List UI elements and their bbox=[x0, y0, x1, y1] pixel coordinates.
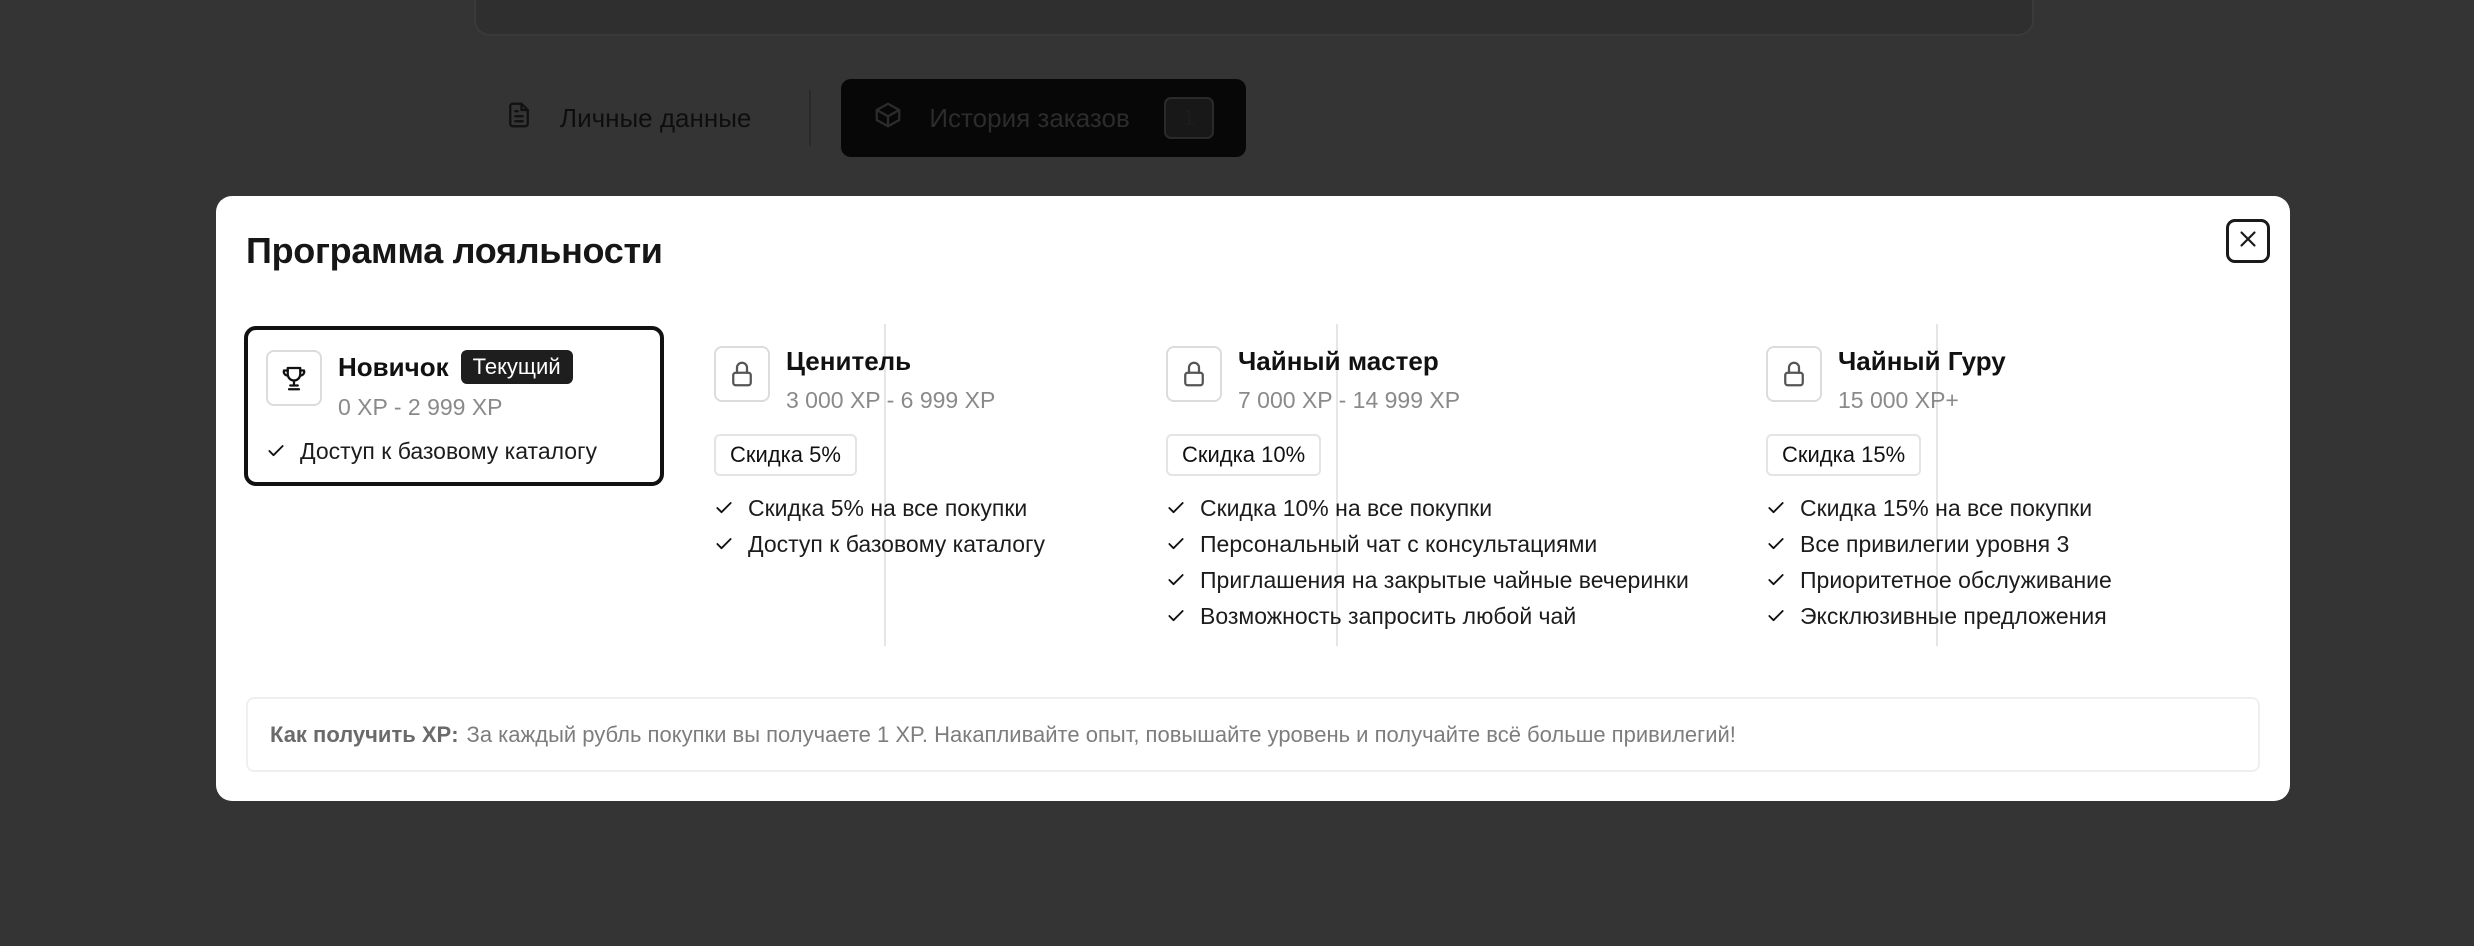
list-item: Эксклюзивные предложения bbox=[1766, 598, 2246, 634]
tier-xp-range: 7 000 XP - 14 999 XP bbox=[1238, 387, 1461, 413]
loyalty-modal: Программа лояльности Новичок Текущий 0 X… bbox=[216, 196, 2290, 801]
perks-list: Скидка 10% на все покупки Персональный ч… bbox=[1166, 490, 1726, 634]
check-icon bbox=[716, 502, 732, 514]
perks-list: Скидка 5% на все покупки Доступ к базово… bbox=[714, 490, 1134, 562]
tab-divider bbox=[809, 90, 812, 146]
xp-info-box: Как получить XP: За каждый рубль покупки… bbox=[246, 697, 2260, 772]
tier-card-tea-master: Чайный мастер 7 000 XP - 14 999 XP Скидк… bbox=[1166, 324, 1726, 646]
modal-title: Программа лояльности bbox=[246, 230, 663, 271]
list-item: Все привилегии уровня 3 bbox=[1766, 526, 2246, 562]
lock-icon bbox=[1166, 346, 1222, 402]
close-icon bbox=[2235, 226, 2261, 257]
lock-icon bbox=[1766, 346, 1822, 402]
tier-name: Чайный мастер bbox=[1238, 346, 1439, 376]
check-icon bbox=[1768, 574, 1784, 586]
check-icon bbox=[1768, 538, 1784, 550]
trophy-icon bbox=[266, 350, 322, 406]
list-item: Скидка 15% на все покупки bbox=[1766, 490, 2246, 526]
tab-label: Личные данные bbox=[560, 102, 752, 133]
tier-xp-range: 0 XP - 2 999 XP bbox=[338, 394, 503, 420]
check-icon bbox=[1168, 502, 1184, 514]
discount-tag: Скидка 10% bbox=[1166, 434, 1322, 476]
profile-tabs: Личные данные История заказов 1 bbox=[474, 79, 1246, 157]
perks-list: Доступ к базовому каталогу bbox=[266, 433, 660, 469]
list-item: Приглашения на закрытые чайные вечеринки bbox=[1166, 562, 1726, 598]
check-icon bbox=[1168, 610, 1184, 622]
tier-name: Чайный Гуру bbox=[1838, 346, 2006, 376]
check-icon bbox=[1168, 538, 1184, 550]
list-item: Скидка 10% на все покупки bbox=[1166, 490, 1726, 526]
tier-card-tea-guru: Чайный Гуру 15 000 XP+ Скидка 15% Скидка… bbox=[1766, 324, 2246, 646]
discount-tag: Скидка 15% bbox=[1766, 434, 1922, 476]
check-icon bbox=[268, 445, 284, 457]
tier-name: Ценитель bbox=[786, 346, 912, 376]
info-text: За каждый рубль покупки вы получаете 1 X… bbox=[466, 721, 1736, 747]
close-button[interactable] bbox=[2226, 219, 2270, 263]
tab-order-history[interactable]: История заказов 1 bbox=[841, 79, 1246, 157]
document-icon bbox=[504, 100, 534, 137]
list-item: Приоритетное обслуживание bbox=[1766, 562, 2246, 598]
current-tier-badge: Текущий bbox=[460, 350, 573, 384]
perks-list: Скидка 15% на все покупки Все привилегии… bbox=[1766, 490, 2246, 634]
background-card bbox=[474, 0, 2034, 36]
list-item: Возможность запросить любой чай bbox=[1166, 598, 1726, 634]
tier-xp-range: 15 000 XP+ bbox=[1838, 387, 1959, 413]
list-item: Персональный чат с консультациями bbox=[1166, 526, 1726, 562]
tier-card-connoisseur: Ценитель 3 000 XP - 6 999 XP Скидка 5% С… bbox=[714, 324, 1134, 646]
tiers-row: Новичок Текущий 0 XP - 2 999 XP Доступ к… bbox=[244, 324, 2272, 646]
lock-icon bbox=[714, 346, 770, 402]
tab-label: История заказов bbox=[929, 102, 1130, 133]
list-item: Доступ к базовому каталогу bbox=[266, 433, 660, 469]
check-icon bbox=[716, 538, 732, 550]
info-label: Как получить XP: bbox=[270, 721, 459, 747]
check-icon bbox=[1168, 574, 1184, 586]
list-item: Скидка 5% на все покупки bbox=[714, 490, 1134, 526]
list-item: Доступ к базовому каталогу bbox=[714, 526, 1134, 562]
tier-name: Новичок bbox=[338, 351, 449, 382]
tier-card-novice: Новичок Текущий 0 XP - 2 999 XP Доступ к… bbox=[244, 326, 664, 486]
discount-tag: Скидка 5% bbox=[714, 434, 857, 476]
check-icon bbox=[1768, 610, 1784, 622]
box-icon bbox=[873, 100, 903, 137]
tab-personal-data[interactable]: Личные данные bbox=[474, 79, 781, 157]
order-count-badge: 1 bbox=[1163, 97, 1214, 139]
tier-xp-range: 3 000 XP - 6 999 XP bbox=[786, 387, 996, 413]
check-icon bbox=[1768, 502, 1784, 514]
